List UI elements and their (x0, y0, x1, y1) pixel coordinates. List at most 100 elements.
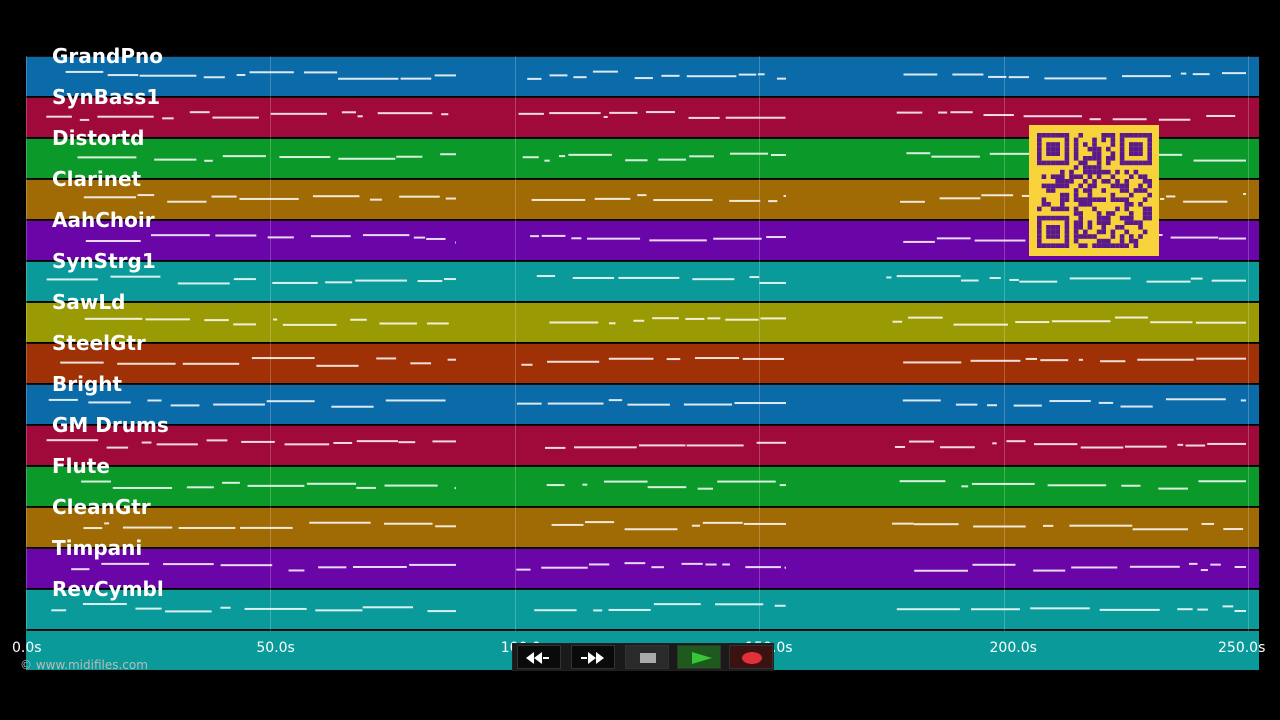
note-mark (558, 155, 566, 158)
track-label: AahChoir (52, 208, 155, 232)
note-mark (1218, 237, 1246, 240)
note-mark (776, 77, 786, 80)
note-mark (749, 276, 760, 279)
note-mark (705, 563, 717, 566)
note-mark (101, 562, 150, 565)
note-mark (81, 480, 111, 483)
rewind-icon (526, 652, 549, 664)
note-mark (435, 525, 456, 528)
note-mark (546, 484, 565, 487)
note-mark (784, 566, 786, 569)
note-mark (150, 234, 210, 237)
note-mark (398, 441, 416, 444)
time-tick-label: 200.0s (989, 640, 1037, 656)
time-tick-label: 250.0s (1218, 640, 1266, 656)
note-mark (267, 236, 294, 239)
note-mark (638, 444, 686, 447)
note-mark (409, 563, 456, 566)
note-mark (1047, 484, 1107, 487)
note-mark (1124, 445, 1167, 448)
track-label: RevCymbl (52, 577, 164, 601)
note-mark (1221, 72, 1246, 75)
note-mark (443, 278, 456, 281)
note-mark (1177, 608, 1193, 611)
note-mark (1223, 528, 1244, 531)
note-mark (112, 486, 173, 489)
note-mark (236, 73, 246, 76)
fast-forward-button[interactable] (571, 645, 615, 669)
note-mark (270, 112, 327, 115)
note-mark (399, 195, 440, 198)
note-mark (241, 440, 275, 443)
note-mark (239, 197, 299, 200)
qr-code[interactable] (1029, 125, 1159, 256)
note-mark (549, 112, 601, 115)
note-mark (107, 74, 139, 77)
note-mark (162, 117, 174, 120)
note-mark (97, 115, 154, 118)
note-mark (1165, 398, 1226, 401)
note-mark (1023, 115, 1082, 118)
note-mark (694, 357, 740, 360)
note-mark (592, 70, 618, 73)
note-mark (973, 525, 1026, 528)
note-mark (426, 237, 446, 240)
note-mark (633, 319, 645, 322)
note-mark (1150, 321, 1193, 324)
note-mark (653, 199, 713, 202)
note-mark (384, 484, 438, 487)
note-mark (427, 610, 456, 613)
note-mark (1112, 118, 1147, 121)
note-mark (170, 404, 200, 407)
note-mark (634, 77, 653, 80)
note-mark (688, 116, 720, 119)
note-mark (163, 563, 214, 566)
note-mark (88, 401, 131, 404)
note-mark (1192, 73, 1210, 76)
note-mark (713, 237, 762, 240)
note-mark (697, 487, 714, 490)
play-button[interactable] (677, 645, 721, 669)
note-mark (903, 361, 962, 364)
note-mark (903, 73, 938, 76)
note-mark (46, 115, 72, 118)
note-mark (1146, 280, 1191, 283)
note-mark (1196, 357, 1246, 360)
note-mark (203, 76, 225, 79)
note-mark (51, 609, 67, 612)
note-mark (1197, 608, 1208, 611)
note-mark (84, 317, 143, 320)
note-mark (385, 399, 446, 402)
note-mark (931, 155, 980, 158)
stop-button[interactable] (625, 645, 669, 669)
note-mark (970, 359, 1021, 362)
note-mark (971, 482, 1035, 485)
record-button[interactable] (729, 645, 773, 669)
note-mark (1121, 484, 1141, 487)
note-mark (981, 194, 1014, 197)
note-mark (318, 566, 347, 569)
note-mark (379, 322, 417, 325)
note-mark (213, 403, 265, 406)
note-mark (715, 603, 764, 606)
note-mark (1234, 565, 1246, 568)
note-mark (1158, 118, 1191, 121)
note-mark (653, 603, 701, 606)
note-mark (356, 440, 398, 443)
note-mark (362, 234, 410, 237)
stop-icon (640, 653, 656, 663)
note-mark (279, 156, 331, 159)
note-mark (177, 282, 230, 285)
note-mark (658, 158, 687, 161)
note-mark (1222, 605, 1234, 608)
transport-controls (512, 643, 774, 671)
note-mark (445, 197, 456, 200)
note-mark (734, 402, 786, 405)
track-label: Flute (52, 454, 110, 478)
note-mark (1009, 278, 1019, 281)
note-mark (1114, 316, 1148, 319)
note-mark (572, 276, 615, 279)
note-mark (376, 357, 397, 360)
rewind-button[interactable] (517, 645, 561, 669)
note-mark (110, 275, 161, 278)
